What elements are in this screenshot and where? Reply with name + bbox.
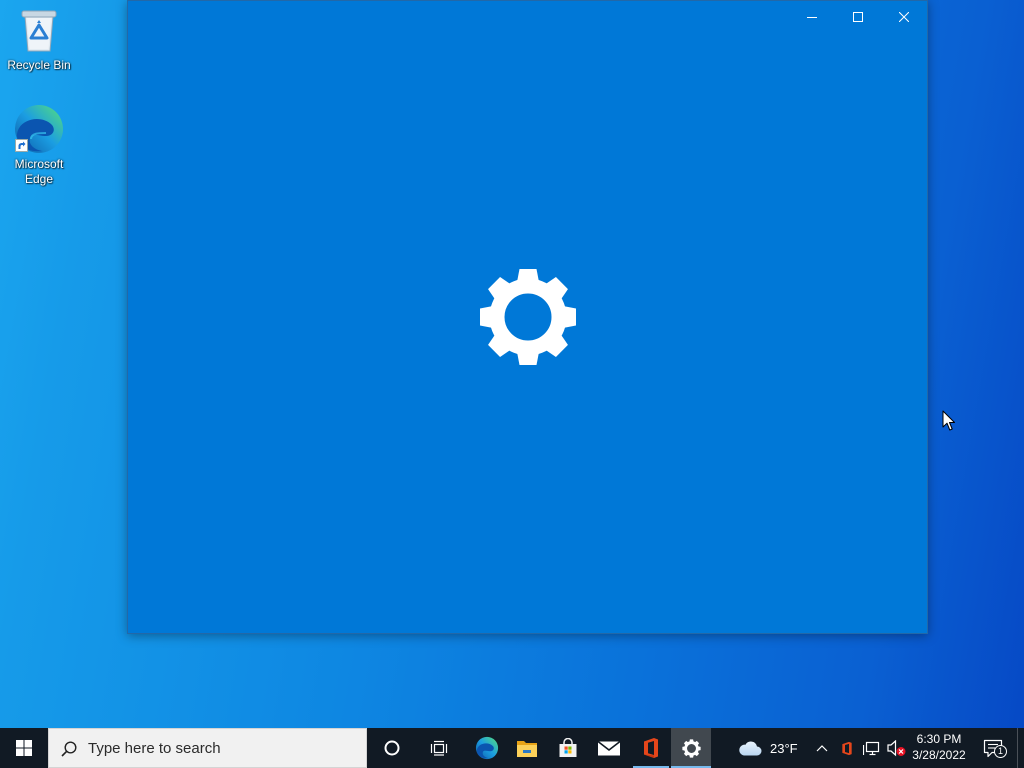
chevron-up-icon [816, 745, 828, 752]
taskbar-app-settings[interactable] [671, 728, 711, 768]
minimize-icon [807, 17, 817, 18]
clock-time: 6:30 PM [916, 732, 962, 746]
show-desktop-button[interactable] [1017, 728, 1024, 768]
settings-window[interactable] [127, 0, 928, 634]
settings-icon [681, 738, 701, 758]
maximize-button[interactable] [835, 1, 881, 33]
taskbar-app-office[interactable] [631, 728, 671, 768]
close-button[interactable] [881, 1, 927, 33]
tray-volume[interactable] [885, 728, 907, 768]
start-button[interactable] [0, 728, 48, 768]
shortcut-arrow-icon [15, 139, 28, 152]
network-icon [862, 741, 879, 755]
task-view-button[interactable] [415, 728, 463, 768]
taskbar-app-edge[interactable] [467, 728, 507, 768]
taskbar-clock[interactable]: 6:30 PM 3/28/2022 [909, 728, 969, 768]
cortana-button[interactable] [368, 728, 415, 768]
search-box[interactable]: Type here to search [48, 728, 367, 768]
search-placeholder: Type here to search [88, 740, 221, 757]
maximize-icon [853, 12, 863, 22]
microsoft-store-icon [559, 738, 577, 757]
gear-icon [479, 269, 576, 365]
close-icon [899, 12, 909, 22]
taskbar-app-microsoft-store[interactable] [548, 728, 588, 768]
office-tray-icon [842, 741, 852, 755]
cloud-icon [739, 741, 762, 756]
edge-icon [475, 736, 499, 760]
taskbar-app-file-explorer[interactable] [507, 728, 547, 768]
tray-network[interactable] [862, 728, 880, 768]
taskbar-app-mail[interactable] [589, 728, 629, 768]
windows-logo-icon [16, 740, 32, 756]
weather-widget[interactable]: 23°F [738, 728, 806, 768]
recycle-bin-icon [21, 10, 57, 52]
search-icon [61, 741, 77, 757]
desktop-icon-recycle-bin[interactable]: Recycle Bin [1, 6, 77, 73]
mail-icon [597, 740, 621, 755]
action-center-button[interactable]: 1 [979, 728, 1007, 768]
clock-date: 3/28/2022 [912, 748, 966, 762]
volume-muted-icon [886, 739, 905, 756]
desktop-icon-microsoft-edge[interactable]: Microsoft Edge [1, 103, 77, 187]
taskbar: Type here to search 23°F 6:30 PM 3/28/20… [0, 728, 1024, 768]
file-explorer-icon [517, 740, 537, 757]
window-controls [789, 1, 927, 33]
cortana-icon [384, 740, 399, 756]
weather-temperature: 23°F [770, 740, 798, 756]
mouse-pointer-icon [942, 410, 955, 431]
desktop[interactable]: Recycle Bin Microsoft Edge Type here to … [0, 0, 1024, 768]
task-view-icon [430, 740, 448, 756]
show-hidden-icons-button[interactable] [815, 728, 829, 768]
desktop-icon-label: Microsoft Edge [14, 157, 64, 186]
tray-office[interactable] [840, 728, 854, 768]
notification-count-badge: 1 [994, 745, 1007, 758]
minimize-button[interactable] [789, 1, 835, 33]
office-icon [644, 738, 658, 758]
desktop-icon-label: Recycle Bin [7, 58, 71, 72]
